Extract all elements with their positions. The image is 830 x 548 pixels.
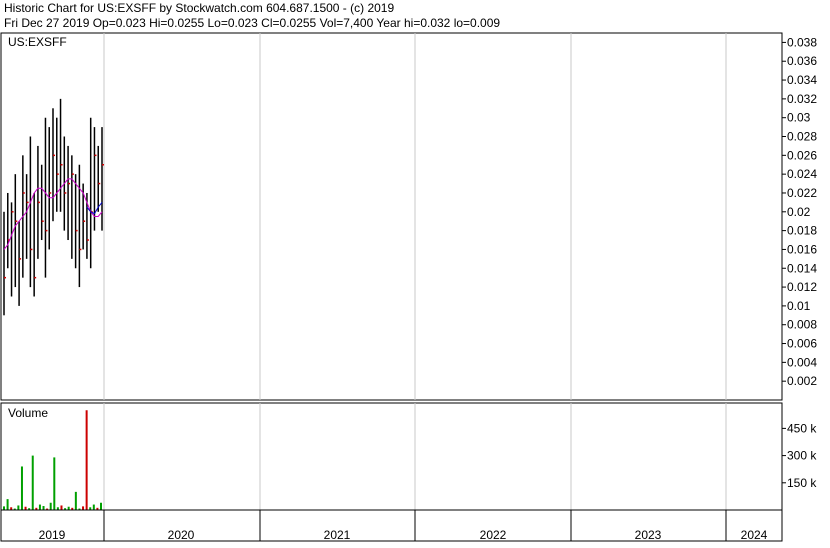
price-y-tick-label: 0.022	[787, 186, 817, 200]
price-y-tick-label: 0.03	[787, 111, 811, 125]
x-axis-year-label: 2024	[741, 528, 768, 542]
header-line-1: Historic Chart for US:EXSFF by Stockwatc…	[4, 1, 394, 15]
volume-y-tick-label: 300 k	[787, 449, 817, 463]
x-axis-year-label: 2020	[168, 528, 195, 542]
price-y-tick-label: 0.006	[787, 337, 817, 351]
price-y-tick-label: 0.032	[787, 92, 817, 106]
volume-bar	[6, 499, 9, 510]
volume-bar	[53, 457, 56, 510]
volume-bar	[20, 466, 23, 510]
price-y-tick-label: 0.038	[787, 35, 817, 49]
x-axis-year-label: 2021	[324, 528, 351, 542]
stockwatch-chart: Historic Chart for US:EXSFF by Stockwatc…	[0, 0, 830, 543]
volume-bar	[17, 505, 20, 510]
price-y-tick-label: 0.036	[787, 54, 817, 68]
price-y-tick-label: 0.012	[787, 280, 817, 294]
price-y-tick-label: 0.024	[787, 167, 817, 181]
volume-bar	[49, 502, 52, 510]
volume-bar	[31, 455, 34, 510]
price-y-tick-label: 0.014	[787, 261, 817, 275]
volume-bar	[100, 502, 102, 510]
price-y-tick-label: 0.02	[787, 205, 811, 219]
price-y-tick-label: 0.01	[787, 299, 811, 313]
x-axis-year-label: 2023	[635, 528, 662, 542]
x-axis-year-label: 2019	[39, 528, 66, 542]
price-y-tick-label: 0.034	[787, 73, 817, 87]
volume-panel-title: Volume	[8, 406, 48, 420]
price-y-tick-label: 0.026	[787, 148, 817, 162]
price-panel-title: US:EXSFF	[8, 35, 67, 49]
volume-bar	[38, 504, 41, 510]
volume-bar	[74, 491, 77, 510]
price-y-tick-label: 0.028	[787, 130, 817, 144]
price-y-tick-label: 0.008	[787, 318, 817, 332]
volume-y-axis: 450 k 300 k 150 k	[782, 421, 817, 490]
volume-bar	[60, 505, 63, 510]
volume-bar	[3, 506, 5, 510]
price-y-tick-label: 0.002	[787, 374, 817, 388]
volume-bar	[42, 506, 45, 510]
price-y-tick-label: 0.004	[787, 355, 817, 369]
volume-bar	[85, 410, 88, 510]
price-y-tick-label: 0.016	[787, 242, 817, 256]
x-axis-year-label: 2022	[480, 528, 507, 542]
volume-y-tick-label: 450 k	[787, 421, 817, 435]
volume-y-tick-label: 150 k	[787, 476, 817, 490]
price-y-tick-label: 0.018	[787, 224, 817, 238]
volume-bar	[82, 506, 85, 510]
volume-bar	[92, 504, 95, 510]
header-line-2: Fri Dec 27 2019 Op=0.023 Hi=0.0255 Lo=0.…	[4, 16, 500, 30]
chart-svg: Historic Chart for US:EXSFF by Stockwatc…	[0, 0, 830, 543]
